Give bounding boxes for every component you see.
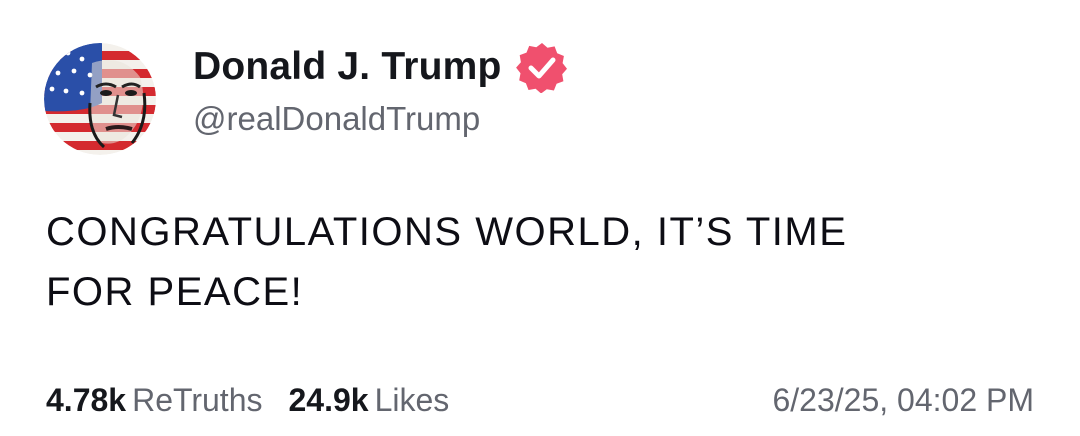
likes-label: Likes — [374, 381, 450, 418]
post-timestamp: 6/23/25, 04:02 PM — [772, 381, 1034, 418]
post-card: Donald J. Trump @realDonaldTrump CONGRAT… — [0, 0, 1080, 436]
retruths-label: ReTruths — [132, 381, 263, 418]
avatar[interactable] — [44, 43, 156, 155]
post-stats: 4.78k ReTruths 24.9k Likes — [46, 376, 475, 424]
retruths-stat[interactable]: 4.78k ReTruths — [46, 382, 262, 419]
verified-badge-icon — [515, 41, 568, 93]
likes-stat[interactable]: 24.9k Likes — [288, 382, 449, 419]
likes-count: 24.9k — [288, 381, 369, 418]
flag-portrait-avatar-icon — [44, 43, 156, 155]
author-display-name[interactable]: Donald J. Trump — [193, 45, 502, 89]
author-handle[interactable]: @realDonaldTrump — [193, 100, 480, 138]
post-text: CONGRATULATIONS WORLD, IT’S TIME FOR PEA… — [46, 210, 848, 314]
author-name-row: Donald J. Trump — [193, 41, 568, 93]
retruths-count: 4.78k — [46, 381, 127, 418]
